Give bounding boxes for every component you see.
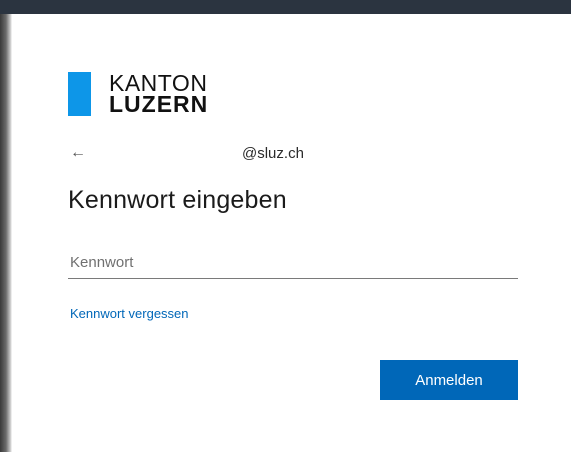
window-top-edge [0,0,571,14]
window-left-edge [0,14,12,452]
arrow-left-icon[interactable]: ← [68,143,88,163]
forgot-password-link[interactable]: Kennwort vergessen [70,306,189,321]
logo-line-luzern: LUZERN [109,91,209,117]
password-input[interactable] [68,246,518,279]
identity-row: ← @sluz.ch [68,142,488,164]
account-email: @sluz.ch [242,144,304,162]
kanton-luzern-logo: KANTON LUZERN [68,70,208,118]
sign-in-button[interactable]: Anmelden [380,360,518,400]
logo-blue-bar [68,72,91,116]
sign-in-card: KANTON LUZERN ← @sluz.ch Kennwort eingeb… [12,14,571,452]
logo-wordmark: KANTON LUZERN [109,72,209,117]
page-title: Kennwort eingeben [68,186,287,214]
